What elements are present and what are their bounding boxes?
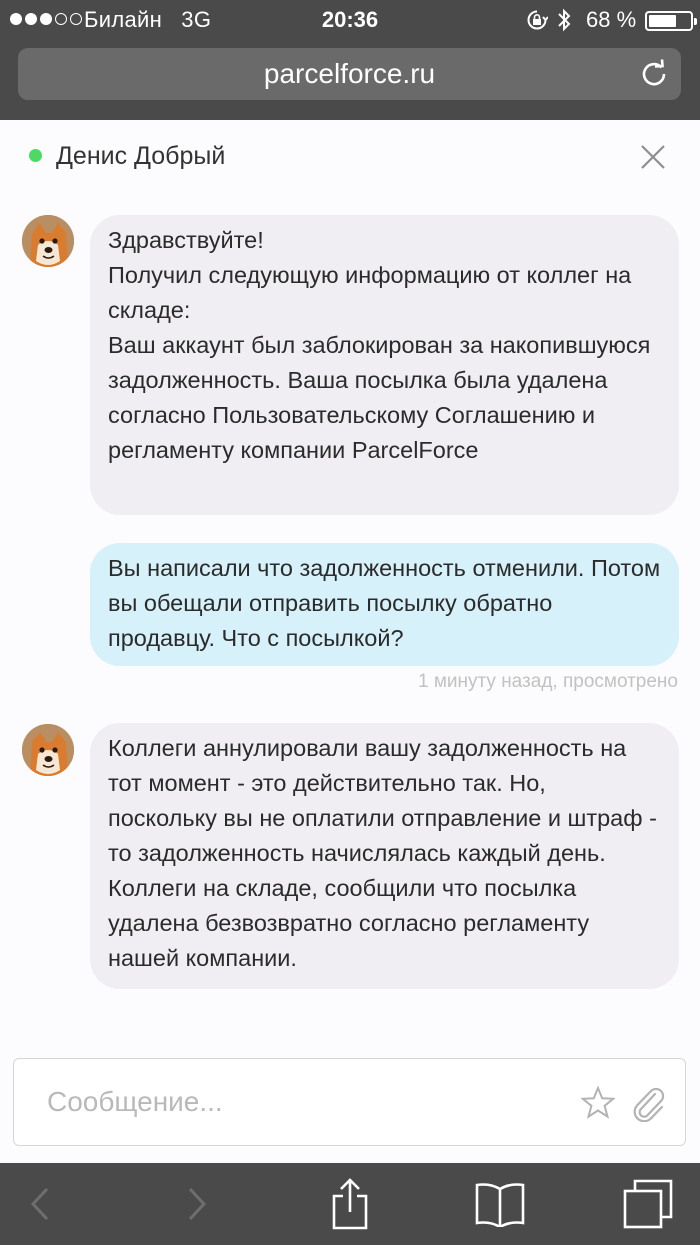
paperclip-icon[interactable] xyxy=(631,1084,667,1122)
shiba-avatar-icon xyxy=(22,724,74,776)
bluetooth-icon xyxy=(558,8,571,32)
message-input[interactable] xyxy=(14,1059,574,1144)
tabs-icon xyxy=(623,1179,673,1229)
url-text[interactable]: parcelforce.ru xyxy=(18,48,681,100)
battery-level xyxy=(649,15,677,27)
reload-icon[interactable] xyxy=(639,59,669,89)
close-icon[interactable] xyxy=(638,142,668,172)
battery-percent: 68 % xyxy=(586,7,637,32)
online-dot-icon xyxy=(29,149,42,162)
bookmarks-icon xyxy=(475,1183,525,1227)
message-status: 1 минуту назад, просмотрено xyxy=(417,671,678,692)
address-bar[interactable]: parcelforce.ru xyxy=(18,48,681,100)
forward-icon xyxy=(188,1187,207,1221)
forward-button[interactable] xyxy=(175,1163,219,1245)
avatar xyxy=(22,724,74,776)
browser-toolbar xyxy=(0,1163,700,1245)
bookmarks-button[interactable] xyxy=(472,1163,528,1245)
message-bubble-outgoing: Вы написали что задолженность отменили. … xyxy=(90,543,679,666)
back-button[interactable] xyxy=(18,1163,62,1245)
battery-icon xyxy=(645,11,697,31)
share-button[interactable] xyxy=(326,1163,374,1245)
back-icon xyxy=(30,1187,49,1221)
chat-header: Денис Добрый xyxy=(0,120,700,194)
message-bubble-incoming: Коллеги аннулировали вашу задолженность … xyxy=(90,723,679,989)
contact-name: Денис Добрый xyxy=(56,142,226,170)
tabs-button[interactable] xyxy=(620,1163,676,1245)
lock-rotation-icon xyxy=(527,10,548,30)
message-composer xyxy=(13,1058,686,1146)
shiba-avatar-icon xyxy=(22,215,74,267)
avatar xyxy=(22,215,74,267)
status-bar: Билайн 3G 20:36 68 % xyxy=(0,0,700,40)
share-icon xyxy=(332,1178,368,1230)
browser-top-bar: Билайн 3G 20:36 68 % parcelforce.ru xyxy=(0,0,700,120)
message-bubble-incoming: Здравствуйте! Получил следующую информац… xyxy=(90,215,679,515)
star-icon[interactable] xyxy=(581,1086,615,1120)
